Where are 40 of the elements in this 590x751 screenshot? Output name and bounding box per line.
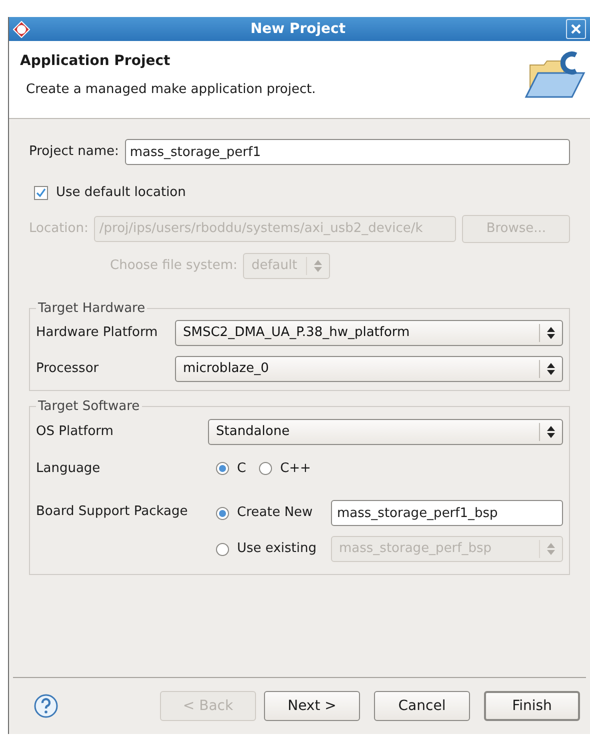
folder-icon	[524, 51, 586, 101]
spinner-icon	[547, 363, 555, 375]
dialog-button[interactable]: Finish	[484, 691, 580, 721]
spinner-icon	[547, 426, 555, 438]
target-hardware-title: Target Hardware	[37, 300, 146, 318]
project-name-label: Project name:	[29, 143, 119, 162]
close-icon	[571, 24, 581, 34]
spinner-icon	[547, 543, 555, 555]
dialog-button[interactable]: Next >	[264, 691, 360, 721]
file-system-label: Choose file system:	[110, 256, 238, 275]
location-label: Location:	[29, 220, 88, 238]
bsp-name-field[interactable]: mass_storage_perf1_bsp	[331, 500, 563, 526]
radio-button[interactable]	[216, 462, 229, 475]
close-button[interactable]	[566, 19, 586, 39]
radio-label: C	[237, 460, 246, 478]
target-software-title: Target Software	[37, 398, 141, 416]
help-icon[interactable]	[34, 694, 58, 718]
radio-label: Create New	[237, 504, 313, 522]
dropdown[interactable]: Standalone	[208, 418, 563, 444]
header-title: Application Project	[20, 52, 172, 71]
bsp-label: Board Support Package	[36, 503, 189, 521]
dropdown[interactable]: SMSC2_DMA_UA_P.38_hw_platform	[175, 320, 563, 346]
language-label: Language	[36, 460, 102, 478]
dialog-button[interactable]: Cancel	[374, 691, 470, 721]
radio-label: C++	[280, 460, 311, 478]
header-description: Create a managed make application project.	[25, 81, 316, 99]
checkbox[interactable]	[34, 186, 48, 200]
field-label: Hardware Platform	[36, 324, 159, 342]
spinner-icon	[314, 260, 322, 272]
spinner-icon	[547, 327, 555, 339]
radio-button[interactable]	[259, 462, 272, 475]
os-platform-label: OS Platform	[36, 422, 114, 441]
window-title: New Project	[249, 20, 347, 38]
use-default-location-label: Use default location	[56, 184, 186, 202]
app-logo-icon	[13, 20, 30, 38]
dropdown[interactable]: microblaze_0	[175, 356, 563, 382]
field-label: Processor	[36, 360, 100, 378]
radio-button[interactable]	[216, 506, 229, 520]
radio-label: Use existing	[237, 540, 316, 558]
project-name-field[interactable]: mass_storage_perf1	[124, 139, 570, 165]
